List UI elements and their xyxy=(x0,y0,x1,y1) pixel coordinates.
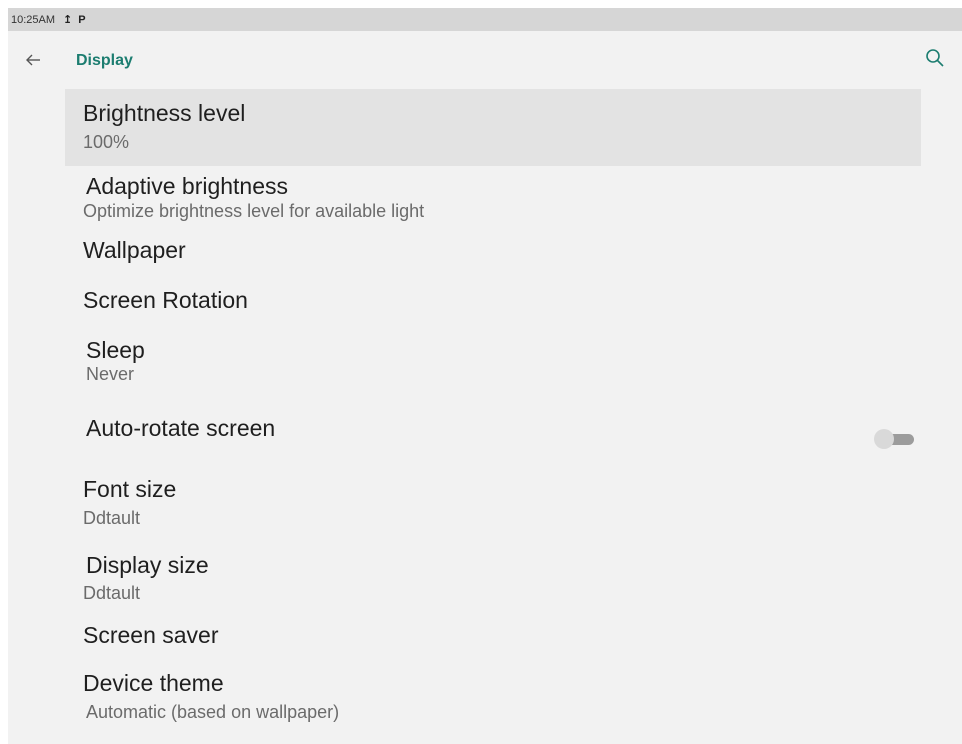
setting-title: Screen saver xyxy=(83,622,219,648)
setting-value: Ddtault xyxy=(83,583,141,603)
setting-wallpaper[interactable]: Wallpaper xyxy=(65,230,921,274)
setting-title: Display size xyxy=(86,552,209,578)
setting-adaptive-brightness[interactable]: Adaptive brightness Optimize brightness … xyxy=(65,168,921,228)
setting-title: Auto-rotate screen xyxy=(86,415,276,441)
parking-icon: P xyxy=(78,13,86,26)
setting-sleep[interactable]: Sleep Never xyxy=(65,330,921,392)
setting-screen-rotation[interactable]: Screen Rotation xyxy=(65,280,921,324)
status-time: 10:25AM xyxy=(11,13,56,26)
setting-device-theme[interactable]: Device theme Automatic (based on wallpap… xyxy=(65,664,921,730)
setting-title: Screen Rotation xyxy=(83,287,248,313)
setting-brightness-level[interactable]: Brightness level 100% xyxy=(65,89,921,166)
upload-icon: ↥ xyxy=(63,14,73,26)
setting-title: Font size xyxy=(83,476,177,502)
arrow-back-icon[interactable] xyxy=(24,51,42,69)
auto-rotate-toggle[interactable] xyxy=(874,428,918,450)
setting-title: Brightness level xyxy=(83,100,246,126)
setting-value: 100% xyxy=(83,132,130,152)
setting-value: Never xyxy=(86,364,135,384)
display-settings-screen: 10:25AM ↥ P Display Brightness level 100… xyxy=(8,8,962,744)
setting-title: Device theme xyxy=(83,670,224,696)
setting-font-size[interactable]: Font size Ddtault xyxy=(65,470,921,534)
status-bar: 10:25AM ↥ P xyxy=(8,8,962,31)
setting-title: Adaptive brightness xyxy=(86,173,289,199)
page-title: Display xyxy=(76,52,133,69)
setting-display-size[interactable]: Display size Ddtault xyxy=(65,546,921,610)
setting-subtitle: Optimize brightness level for available … xyxy=(83,201,425,221)
setting-title: Sleep xyxy=(86,337,145,363)
search-icon[interactable] xyxy=(924,47,946,69)
app-bar: Display xyxy=(8,31,962,89)
setting-value: Ddtault xyxy=(83,508,141,528)
setting-subtitle: Automatic (based on wallpaper) xyxy=(86,702,340,722)
setting-screen-saver[interactable]: Screen saver xyxy=(65,616,921,660)
toggle-thumb xyxy=(874,429,894,449)
setting-auto-rotate[interactable]: Auto-rotate screen xyxy=(65,406,921,456)
setting-title: Wallpaper xyxy=(83,237,186,263)
